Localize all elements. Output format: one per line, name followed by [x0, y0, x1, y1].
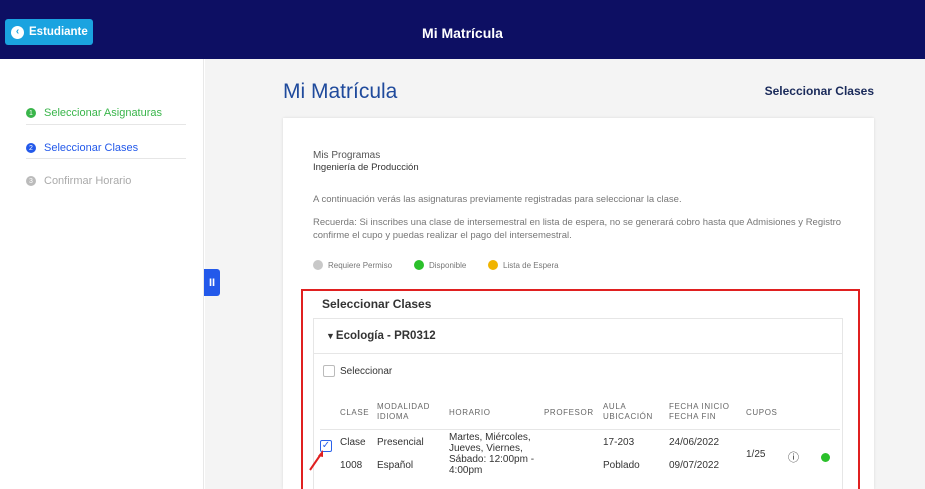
step-divider: [26, 124, 186, 125]
step-label: Seleccionar Clases: [44, 142, 139, 154]
header-divider: [320, 429, 840, 430]
step-number-badge: 3: [26, 176, 36, 186]
step-divider: [26, 158, 186, 159]
legend-waitlist: Lista de Espera: [488, 260, 559, 270]
reminder-text: Recuerda: Si inscribes una clase de inte…: [313, 217, 842, 241]
class-schedule: Martes, Miércoles, Jueves, Viernes, Sába…: [449, 432, 535, 476]
page-title: Mi Matrícula: [283, 80, 398, 103]
course-toggle[interactable]: ▼Ecología - PR0312: [326, 330, 436, 342]
column-header-room: AULA: [603, 402, 627, 411]
step-number-badge: 2: [26, 143, 36, 153]
step-number-badge: 1: [26, 108, 36, 118]
column-header-slots: CUPOS: [746, 408, 778, 417]
section-title: Seleccionar Clases: [322, 297, 432, 311]
step-label: Seleccionar Asignaturas: [44, 107, 163, 119]
column-header-professor: PROFESOR: [544, 408, 594, 417]
legend-label: Requiere Permiso: [328, 260, 393, 270]
step-label: Confirmar Horario: [44, 175, 132, 187]
class-start-date: 24/06/2022: [669, 437, 720, 448]
legend-label: Lista de Espera: [503, 260, 559, 270]
panel-divider: [313, 353, 843, 354]
info-text: A continuación verás las asignaturas pre…: [313, 194, 682, 205]
class-location: Poblado: [603, 460, 640, 471]
arrow-head: [318, 450, 323, 457]
current-step-label: Seleccionar Clases: [764, 84, 874, 98]
top-bar: ‹ Estudiante Mi Matrícula: [0, 0, 925, 59]
legend-available: Disponible: [414, 260, 466, 270]
sidebar-step-select-subjects[interactable]: 1 Seleccionar Asignaturas: [26, 107, 162, 119]
column-header-start-date: FECHA INICIO: [669, 402, 730, 411]
info-icon[interactable]: ⓘ: [788, 449, 799, 465]
class-room: 17-203: [603, 437, 635, 448]
class-label: Clase: [340, 437, 366, 448]
legend-requires-permission: Requiere Permiso: [313, 260, 392, 270]
class-modality: Presencial: [377, 437, 424, 448]
legend-label: Disponible: [429, 260, 467, 270]
column-header-end-date: FECHA FIN: [669, 412, 717, 421]
yellow-dot-icon: [488, 260, 498, 270]
availability-status-dot: [821, 453, 830, 462]
sidebar-step-confirm-schedule[interactable]: 3 Confirmar Horario: [26, 175, 131, 187]
app-title: Mi Matrícula: [422, 25, 503, 41]
column-header-class: CLASE: [340, 408, 370, 417]
green-dot-icon: [414, 260, 424, 270]
arrow-annotation: [309, 450, 323, 471]
caret-down-icon: ▼: [326, 331, 335, 341]
column-header-language: IDIOMA: [377, 412, 410, 421]
class-slots: 1/25: [746, 449, 766, 460]
class-end-date: 09/07/2022: [669, 460, 720, 471]
class-language: Español: [377, 460, 414, 471]
column-header-modality: MODALIDAD: [377, 402, 430, 411]
column-header-schedule: HORARIO: [449, 408, 491, 417]
sidebar-step-select-classes[interactable]: 2 Seleccionar Clases: [26, 142, 138, 154]
program-name: Ingeniería de Producción: [313, 162, 419, 173]
pause-icon: II: [208, 276, 216, 289]
course-name: Ecología - PR0312: [335, 330, 436, 342]
column-header-location: UBICACIÓN: [603, 412, 653, 421]
class-number: 1008: [340, 460, 363, 471]
collapse-sidebar-button[interactable]: II: [204, 269, 220, 296]
select-all-checkbox[interactable]: [323, 365, 335, 377]
select-all-label: Seleccionar: [340, 366, 393, 377]
programs-label: Mis Programas: [313, 150, 381, 161]
arrow-shaft: [309, 453, 322, 471]
grey-dot-icon: [313, 260, 323, 270]
